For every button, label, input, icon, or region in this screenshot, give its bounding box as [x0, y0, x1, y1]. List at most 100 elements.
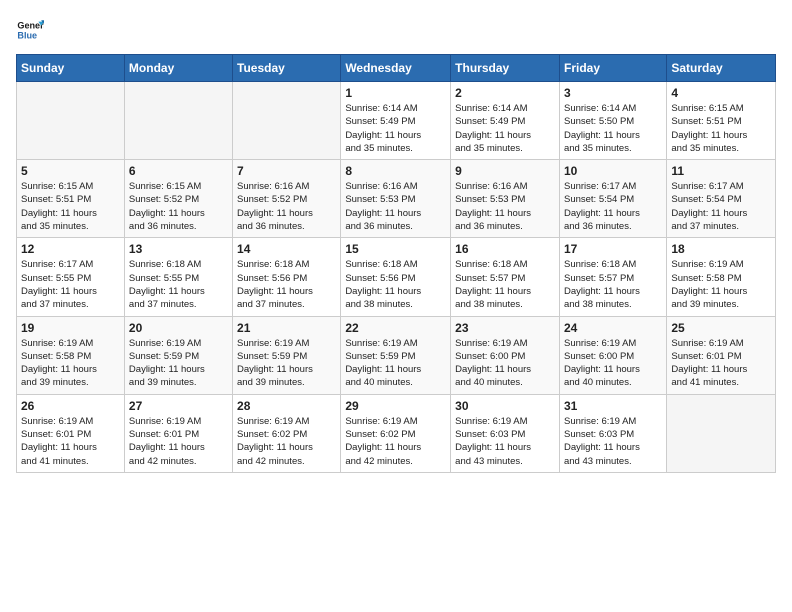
day-header-sunday: Sunday: [17, 55, 125, 82]
calendar-cell: 28Sunrise: 6:19 AM Sunset: 6:02 PM Dayli…: [233, 394, 341, 472]
day-info: Sunrise: 6:19 AM Sunset: 5:58 PM Dayligh…: [671, 258, 771, 311]
day-number: 21: [237, 321, 336, 335]
day-number: 7: [237, 164, 336, 178]
calendar-cell: 25 Sunrise: 6:19 AM Sunset: 6:01 PM Dayli…: [667, 316, 776, 394]
calendar-table: SundayMondayTuesdayWednesdayThursdayFrid…: [16, 54, 776, 473]
day-info: Sunrise: 6:19 AM Sunset: 5:58 PM Dayligh…: [21, 337, 120, 390]
day-info: Sunrise: 6:18 AM Sunset: 5:55 PM Dayligh…: [129, 258, 228, 311]
day-number: 16: [455, 242, 555, 256]
day-number: 31: [564, 399, 662, 413]
day-number: 18: [671, 242, 771, 256]
day-number: 14: [237, 242, 336, 256]
calendar-cell: 1 Sunrise: 6:14 AM Sunset: 5:49 PM Daylig…: [341, 82, 451, 160]
day-info: Sunrise: 6:15 AM Sunset: 5:51 PM Dayligh…: [671, 102, 771, 155]
day-number: 25: [671, 321, 771, 335]
calendar-cell: 26Sunrise: 6:19 AM Sunset: 6:01 PM Dayli…: [17, 394, 125, 472]
day-number: 24: [564, 321, 662, 335]
calendar-body: 1 Sunrise: 6:14 AM Sunset: 5:49 PM Daylig…: [17, 82, 776, 473]
day-number: 10: [564, 164, 662, 178]
calendar-cell: 29 Sunrise: 6:19 AM Sunset: 6:02 PM Dayli…: [341, 394, 451, 472]
day-info: Sunrise: 6:19 AM Sunset: 5:59 PM Dayligh…: [345, 337, 446, 390]
day-number: 20: [129, 321, 228, 335]
calendar-cell: 14 Sunrise: 6:18 AM Sunset: 5:56 PM Dayli…: [233, 238, 341, 316]
day-header-thursday: Thursday: [451, 55, 560, 82]
calendar-header: SundayMondayTuesdayWednesdayThursdayFrid…: [17, 55, 776, 82]
day-info: Sunrise: 6:17 AM Sunset: 5:54 PM Dayligh…: [564, 180, 662, 233]
day-info: Sunrise: 6:19 AM Sunset: 6:02 PM Dayligh…: [345, 415, 446, 468]
day-info: Sunrise: 6:19 AM Sunset: 6:00 PM Dayligh…: [564, 337, 662, 390]
calendar-cell: 2 Sunrise: 6:14 AM Sunset: 5:49 PM Daylig…: [451, 82, 560, 160]
day-number: 28: [237, 399, 336, 413]
day-info: Sunrise: 6:17 AM Sunset: 5:54 PM Dayligh…: [671, 180, 771, 233]
day-header-monday: Monday: [124, 55, 232, 82]
day-header-row: SundayMondayTuesdayWednesdayThursdayFrid…: [17, 55, 776, 82]
calendar-cell: 11 Sunrise: 6:17 AM Sunset: 5:54 PM Dayli…: [667, 160, 776, 238]
logo-icon: General Blue: [16, 16, 44, 44]
day-info: Sunrise: 6:14 AM Sunset: 5:49 PM Dayligh…: [455, 102, 555, 155]
calendar-cell: 21 Sunrise: 6:19 AM Sunset: 5:59 PM Dayli…: [233, 316, 341, 394]
day-info: Sunrise: 6:19 AM Sunset: 6:01 PM Dayligh…: [671, 337, 771, 390]
day-header-friday: Friday: [559, 55, 666, 82]
day-info: Sunrise: 6:19 AM Sunset: 6:01 PM Dayligh…: [129, 415, 228, 468]
calendar-cell: 15 Sunrise: 6:18 AM Sunset: 5:56 PM Dayli…: [341, 238, 451, 316]
calendar-cell: 8Sunrise: 6:16 AM Sunset: 5:53 PM Daylig…: [341, 160, 451, 238]
day-number: 19: [21, 321, 120, 335]
calendar-cell: 31Sunrise: 6:19 AM Sunset: 6:03 PM Dayli…: [559, 394, 666, 472]
calendar-cell: 9Sunrise: 6:16 AM Sunset: 5:53 PM Daylig…: [451, 160, 560, 238]
calendar-cell: 12 Sunrise: 6:17 AM Sunset: 5:55 PM Dayli…: [17, 238, 125, 316]
day-number: 15: [345, 242, 446, 256]
day-number: 4: [671, 86, 771, 100]
day-number: 6: [129, 164, 228, 178]
day-number: 3: [564, 86, 662, 100]
calendar-cell: 17 Sunrise: 6:18 AM Sunset: 5:57 PM Dayli…: [559, 238, 666, 316]
day-info: Sunrise: 6:14 AM Sunset: 5:50 PM Dayligh…: [564, 102, 662, 155]
day-number: 5: [21, 164, 120, 178]
calendar-cell: 3 Sunrise: 6:14 AM Sunset: 5:50 PM Daylig…: [559, 82, 666, 160]
day-info: Sunrise: 6:16 AM Sunset: 5:53 PM Dayligh…: [455, 180, 555, 233]
day-header-wednesday: Wednesday: [341, 55, 451, 82]
calendar-cell: 4 Sunrise: 6:15 AM Sunset: 5:51 PM Daylig…: [667, 82, 776, 160]
day-info: Sunrise: 6:19 AM Sunset: 5:59 PM Dayligh…: [129, 337, 228, 390]
calendar-cell: 16 Sunrise: 6:18 AM Sunset: 5:57 PM Dayli…: [451, 238, 560, 316]
day-info: Sunrise: 6:19 AM Sunset: 6:03 PM Dayligh…: [455, 415, 555, 468]
calendar-cell: 19 Sunrise: 6:19 AM Sunset: 5:58 PM Dayli…: [17, 316, 125, 394]
day-number: 2: [455, 86, 555, 100]
calendar-cell: 18 Sunrise: 6:19 AM Sunset: 5:58 PM Dayli…: [667, 238, 776, 316]
calendar-cell: [667, 394, 776, 472]
day-number: 17: [564, 242, 662, 256]
calendar-cell: 23Sunrise: 6:19 AM Sunset: 6:00 PM Dayli…: [451, 316, 560, 394]
day-number: 23: [455, 321, 555, 335]
day-info: Sunrise: 6:15 AM Sunset: 5:51 PM Dayligh…: [21, 180, 120, 233]
calendar-cell: 6Sunrise: 6:15 AM Sunset: 5:52 PM Daylig…: [124, 160, 232, 238]
week-row-2: 5 Sunrise: 6:15 AM Sunset: 5:51 PM Daylig…: [17, 160, 776, 238]
week-row-3: 12 Sunrise: 6:17 AM Sunset: 5:55 PM Dayli…: [17, 238, 776, 316]
calendar-cell: 7Sunrise: 6:16 AM Sunset: 5:52 PM Daylig…: [233, 160, 341, 238]
day-number: 11: [671, 164, 771, 178]
page-header: General Blue: [16, 16, 776, 44]
day-info: Sunrise: 6:18 AM Sunset: 5:56 PM Dayligh…: [237, 258, 336, 311]
day-info: Sunrise: 6:17 AM Sunset: 5:55 PM Dayligh…: [21, 258, 120, 311]
day-number: 8: [345, 164, 446, 178]
calendar-cell: [17, 82, 125, 160]
day-info: Sunrise: 6:18 AM Sunset: 5:56 PM Dayligh…: [345, 258, 446, 311]
day-number: 12: [21, 242, 120, 256]
day-info: Sunrise: 6:18 AM Sunset: 5:57 PM Dayligh…: [455, 258, 555, 311]
calendar-cell: 27Sunrise: 6:19 AM Sunset: 6:01 PM Dayli…: [124, 394, 232, 472]
week-row-1: 1 Sunrise: 6:14 AM Sunset: 5:49 PM Daylig…: [17, 82, 776, 160]
day-info: Sunrise: 6:14 AM Sunset: 5:49 PM Dayligh…: [345, 102, 446, 155]
calendar-cell: 30 Sunrise: 6:19 AM Sunset: 6:03 PM Dayli…: [451, 394, 560, 472]
calendar-cell: [124, 82, 232, 160]
day-info: Sunrise: 6:18 AM Sunset: 5:57 PM Dayligh…: [564, 258, 662, 311]
calendar-cell: 5 Sunrise: 6:15 AM Sunset: 5:51 PM Daylig…: [17, 160, 125, 238]
svg-text:Blue: Blue: [17, 30, 37, 40]
day-number: 1: [345, 86, 446, 100]
day-info: Sunrise: 6:19 AM Sunset: 5:59 PM Dayligh…: [237, 337, 336, 390]
day-number: 13: [129, 242, 228, 256]
day-number: 29: [345, 399, 446, 413]
calendar-cell: 13 Sunrise: 6:18 AM Sunset: 5:55 PM Dayli…: [124, 238, 232, 316]
day-info: Sunrise: 6:19 AM Sunset: 6:01 PM Dayligh…: [21, 415, 120, 468]
calendar-cell: 24 Sunrise: 6:19 AM Sunset: 6:00 PM Dayli…: [559, 316, 666, 394]
day-number: 30: [455, 399, 555, 413]
calendar-cell: [233, 82, 341, 160]
calendar-cell: 20 Sunrise: 6:19 AM Sunset: 5:59 PM Dayli…: [124, 316, 232, 394]
